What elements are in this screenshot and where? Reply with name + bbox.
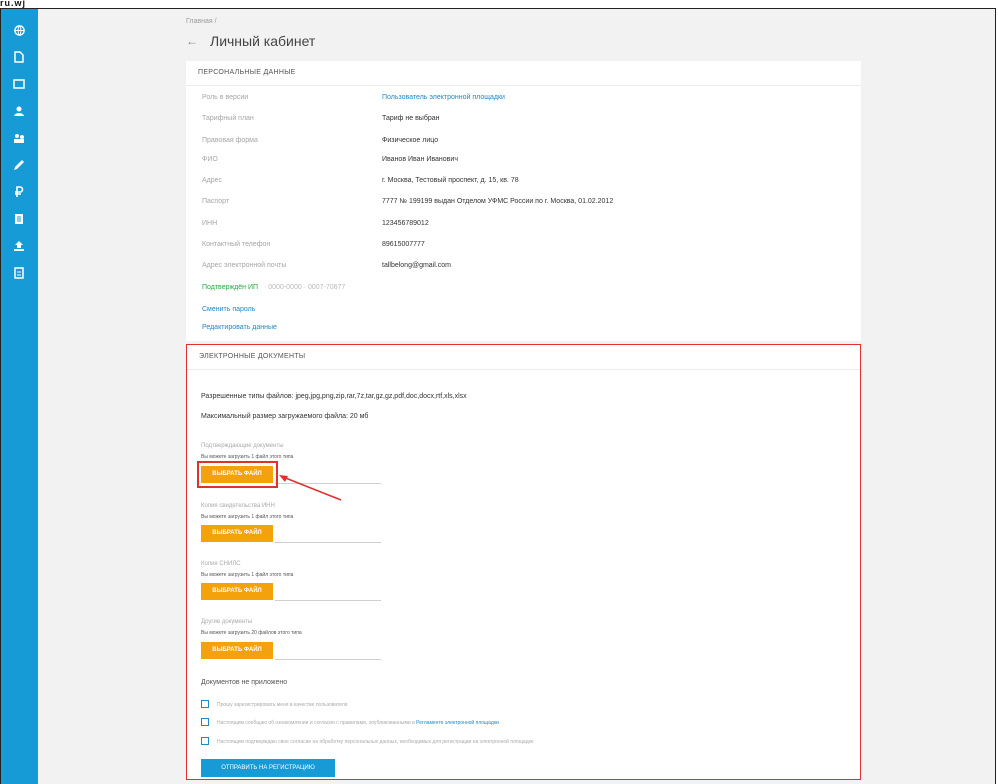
choose-file-button[interactable]: Выбрать файл [201,525,273,542]
max-size-text: Максимальный размер загружаемого файла: … [201,413,369,420]
globe-icon[interactable] [10,21,28,39]
electronic-documents-card: Электронные документы Разрешенные типы ф… [186,344,861,780]
checkbox-text: Настоящим подтверждаю свое согласие на о… [217,739,534,745]
file-name-line [275,542,381,543]
row-value: tallbelong@gmail.com [382,262,451,269]
regulations-link[interactable]: Регламенте электронной площадки [416,720,499,726]
agreement-checkbox[interactable] [201,700,209,708]
passport-confirm-label: Подтверждён ИП [202,284,259,291]
handshake-icon[interactable] [10,129,28,147]
upload-label: Подтверждающие документы [201,443,284,449]
electronic-documents-header: Электронные документы [187,345,860,370]
checkbox-text: Настоящим сообщаю об ознакомлении и согл… [217,720,499,726]
row-label: Тарифный план [202,115,254,122]
upload-hint: Вы можете загрузить 20 файлов этого типа [201,630,302,636]
row-value: 7777 № 199199 выдан Отделом УФМС России … [382,198,614,205]
highlight-frame [197,461,278,488]
edit-data-link[interactable]: Редактировать данные [202,324,277,331]
agreements-title: Документов не приложено [201,679,288,686]
row-label: ИНН [202,220,218,227]
choose-file-button[interactable]: Выбрать файл [201,642,273,659]
arrow-annotation-icon [279,475,342,501]
report-icon[interactable] [10,264,28,282]
breadcrumb[interactable]: Главная / [186,18,217,25]
row-label: ФИО [202,156,218,163]
upload-hint: Вы можете загрузить 1 файл этого типа [201,454,294,460]
people-icon[interactable] [10,102,28,120]
personal-data-header: Персональные данные [186,61,861,86]
row-label: Роль в версии [202,94,249,101]
personal-data-card: Персональные данные Роль в версии Пользо… [186,61,861,341]
id-card-icon[interactable] [10,75,28,93]
sidebar [1,9,38,784]
upload-icon[interactable] [10,237,28,255]
top-mark: ru.wj [0,0,27,8]
allowed-types-text: Разрешенные типы файлов: jpeg,jpg,png,zi… [201,393,467,400]
row-value: 123456789012 [382,220,429,227]
row-label: Адрес электронной почты [202,262,287,269]
row-value: Физическое лицо [382,137,439,144]
row-label: Паспорт [202,198,230,205]
row-value: 89615007777 [382,241,425,248]
row-value: Тариф не выбран [382,115,440,122]
file-name-line [275,659,381,660]
upload-label: Копия СНИЛС [201,561,241,567]
upload-hint: Вы можете загрузить 1 файл этого типа [201,514,294,520]
row-value-link[interactable]: Пользователь электронной площадки [382,94,505,101]
list-icon[interactable] [10,210,28,228]
signature-icon[interactable] [10,156,28,174]
row-value: г. Москва, Тестовый проспект, д. 15, кв.… [382,177,519,184]
upload-hint: Вы можете загрузить 1 файл этого типа [201,572,294,578]
agreement-checkbox[interactable] [201,737,209,745]
row-value: Иванов Иван Иванович [382,156,458,163]
back-arrow-icon[interactable]: ← [186,35,198,47]
checkbox-text: Прошу зарегистрировать меня в качестве п… [217,702,348,708]
row-label: Контактный телефон [202,241,271,248]
passport-confirm-row: Подтверждён ИП · 0000-0000 · 0007-70677 [202,284,345,291]
agreement-checkbox[interactable] [201,718,209,726]
file-name-line [275,600,381,601]
change-password-link[interactable]: Сменить пароль [202,306,255,313]
upload-label: Копия свидетельства ИНН [201,503,275,509]
passport-confirm-value: · 0000-0000 · 0007-70677 [263,284,346,291]
ruble-icon[interactable] [10,183,28,201]
upload-label: Другие документы [201,619,253,625]
row-label: Правовая форма [202,137,258,144]
choose-file-button[interactable]: Выбрать файл [201,583,273,600]
page-title: Личный кабинет [210,33,316,49]
row-label: Адрес [202,177,223,184]
submit-registration-button[interactable]: Отправить на регистрацию [201,759,335,777]
document-icon[interactable] [10,48,28,66]
